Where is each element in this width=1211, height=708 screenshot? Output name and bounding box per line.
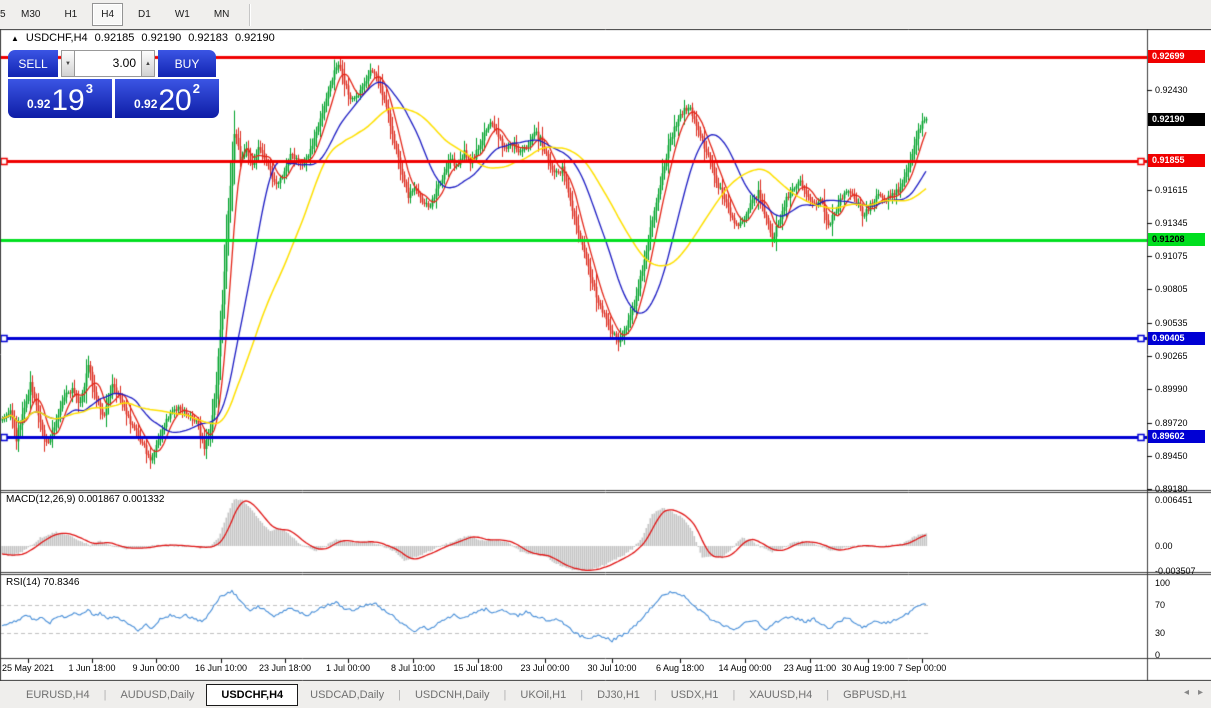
one-click-collapse-icon[interactable]: ▲ <box>11 33 19 44</box>
buy-button[interactable]: BUY <box>158 50 216 77</box>
tab-separator: | <box>652 689 659 701</box>
toolbar-separator <box>249 4 251 26</box>
tab-dj30-h1[interactable]: DJ30,H1 <box>585 684 652 706</box>
volume-increase-icon[interactable]: ▲ <box>141 50 155 77</box>
price-axis-tick: 0.90265 <box>1155 351 1188 361</box>
tab-usdchf-h4[interactable]: USDCHF,H4 <box>206 684 298 706</box>
price-axis-tick: 0.91345 <box>1155 218 1188 228</box>
price-axis-tick: 0.89720 <box>1155 418 1188 428</box>
ohlc-close: 0.92190 <box>235 32 275 44</box>
ohlc-high: 0.92190 <box>141 32 181 44</box>
rsi-axis-label: 100 <box>1155 578 1170 588</box>
price-axis-tick: 0.89180 <box>1155 484 1188 494</box>
time-axis-label: 25 May 2021 <box>2 663 54 673</box>
timeframe-button-m5-partial[interactable]: 5 <box>0 9 9 20</box>
tab-separator: | <box>502 689 509 701</box>
timeframe-button-group: M30 H1 H4 D1 W1 MN <box>9 3 241 26</box>
timeframe-toolbar: 5 M30 H1 H4 D1 W1 MN <box>0 0 1211 29</box>
ohlc-open: 0.92185 <box>95 32 135 44</box>
symbol-tab-bar: EURUSD,H4|AUDUSD,DailyUSDCHF,H4USDCAD,Da… <box>0 681 1211 708</box>
volume-stepper: ▼ 3.00 ▲ <box>61 50 155 77</box>
sell-button[interactable]: SELL <box>8 50 58 77</box>
tab-scroll-right-icon[interactable]: ▸ <box>1198 687 1203 698</box>
tab-xauusd-h4[interactable]: XAUUSD,H4 <box>737 684 824 706</box>
time-axis-label: 30 Aug 19:00 <box>841 663 894 673</box>
tab-ukoil-h1[interactable]: UKOil,H1 <box>508 684 578 706</box>
tab-usdcnh-daily[interactable]: USDCNH,Daily <box>403 684 502 706</box>
tab-usdcad-daily[interactable]: USDCAD,Daily <box>298 684 396 706</box>
time-axis-label: 8 Jul 10:00 <box>391 663 435 673</box>
time-axis-label: 9 Jun 00:00 <box>132 663 179 673</box>
buy-price-prefix: 0.92 <box>134 97 157 111</box>
time-axis-label: 14 Aug 00:00 <box>718 663 771 673</box>
timeframe-button-m30[interactable]: M30 <box>12 3 49 26</box>
price-level-badge: 0.92699 <box>1148 50 1205 63</box>
time-axis-label: 1 Jul 00:00 <box>326 663 370 673</box>
chart-ohlc-header: ▲ USDCHF,H4 0.92185 0.92190 0.92183 0.92… <box>11 32 275 44</box>
time-axis-label: 23 Aug 11:00 <box>784 663 836 673</box>
price-axis-tick: 0.90805 <box>1155 284 1188 294</box>
price-level-badge: 0.90405 <box>1148 332 1205 345</box>
sell-price-prefix: 0.92 <box>27 97 50 111</box>
time-axis-label: 1 Jun 18:00 <box>68 663 115 673</box>
tab-gbpusd-h1[interactable]: GBPUSD,H1 <box>831 684 919 706</box>
time-axis-label: 23 Jul 00:00 <box>520 663 569 673</box>
price-level-badge: 0.91208 <box>1148 233 1205 246</box>
price-level-badge: 0.89602 <box>1148 430 1205 443</box>
current-price-badge: 0.92190 <box>1148 113 1205 126</box>
tab-separator: | <box>578 689 585 701</box>
price-axis-tick: 0.89990 <box>1155 384 1188 394</box>
macd-axis-label: 0.00 <box>1155 541 1173 551</box>
price-axis-tick: 0.91615 <box>1155 185 1188 195</box>
sell-price-box[interactable]: 0.92 19 3 <box>8 79 112 118</box>
price-axis-tick: 0.91075 <box>1155 251 1188 261</box>
time-axis-label: 30 Jul 10:00 <box>587 663 636 673</box>
time-axis-label: 15 Jul 18:00 <box>453 663 502 673</box>
time-axis-label: 16 Jun 10:00 <box>195 663 247 673</box>
buy-price-pip: 2 <box>193 81 200 96</box>
tab-scroll-arrows: ◂ ▸ <box>1184 687 1203 698</box>
tab-separator: | <box>824 689 831 701</box>
volume-field[interactable]: 3.00 <box>75 50 141 77</box>
buy-price-box[interactable]: 0.92 20 2 <box>115 79 219 118</box>
volume-decrease-icon[interactable]: ▼ <box>61 50 75 77</box>
rsi-axis-label: 70 <box>1155 600 1165 610</box>
rsi-axis-label: 0 <box>1155 650 1160 660</box>
ohlc-low: 0.92183 <box>188 32 228 44</box>
tab-usdx-h1[interactable]: USDX,H1 <box>659 684 731 706</box>
timeframe-button-h4[interactable]: H4 <box>92 3 123 26</box>
tab-audusd-daily[interactable]: AUDUSD,Daily <box>108 684 206 706</box>
tab-separator: | <box>396 689 403 701</box>
price-axis-tick: 0.92430 <box>1155 85 1188 95</box>
time-axis-label: 7 Sep 00:00 <box>898 663 947 673</box>
tab-eurusd-h4[interactable]: EURUSD,H4 <box>14 684 102 706</box>
tab-separator: | <box>102 689 109 701</box>
price-axis-tick: 0.89450 <box>1155 451 1188 461</box>
timeframe-button-mn[interactable]: MN <box>205 3 239 26</box>
rsi-indicator-label: RSI(14) 70.8346 <box>6 577 79 588</box>
macd-axis-label: 0.006451 <box>1155 495 1193 505</box>
sell-price-pip: 3 <box>86 81 93 96</box>
buy-price-big-digits: 20 <box>158 87 191 115</box>
timeframe-button-w1[interactable]: W1 <box>166 3 199 26</box>
chart-symbol-period: USDCHF,H4 <box>26 32 88 44</box>
macd-indicator-label: MACD(12,26,9) 0.001867 0.001332 <box>6 494 164 505</box>
sell-price-big-digits: 19 <box>51 87 84 115</box>
price-axis-tick: 0.90535 <box>1155 318 1188 328</box>
tab-separator: | <box>730 689 737 701</box>
timeframe-button-h1[interactable]: H1 <box>55 3 86 26</box>
rsi-axis-label: 30 <box>1155 628 1165 638</box>
time-axis-label: 23 Jun 18:00 <box>259 663 311 673</box>
price-level-badge: 0.91855 <box>1148 154 1205 167</box>
macd-axis-label: -0.003507 <box>1155 566 1196 576</box>
one-click-trading-panel: SELL ▼ 3.00 ▲ BUY 0.92 19 3 0.92 20 2 <box>8 50 222 118</box>
time-axis-label: 6 Aug 18:00 <box>656 663 704 673</box>
timeframe-button-d1[interactable]: D1 <box>129 3 160 26</box>
tab-scroll-left-icon[interactable]: ◂ <box>1184 687 1189 698</box>
